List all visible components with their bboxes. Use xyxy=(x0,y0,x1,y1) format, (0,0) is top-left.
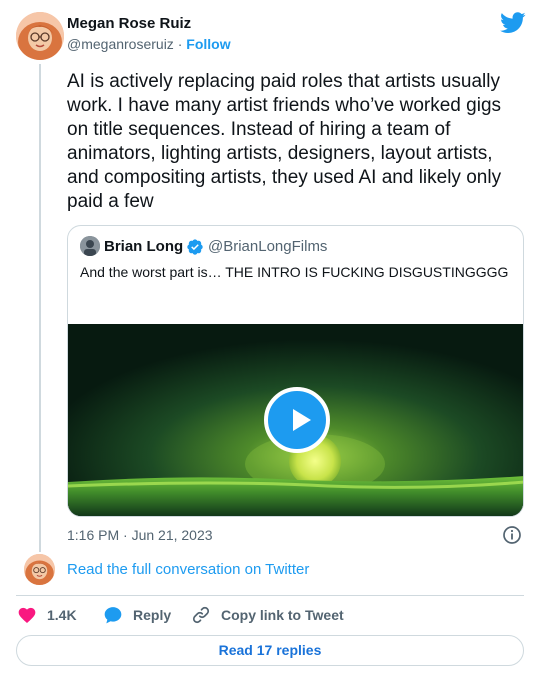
reply-label: Reply xyxy=(133,607,172,623)
follow-button[interactable]: Follow xyxy=(186,36,230,52)
tweet-timestamp[interactable]: 1:16 PM · Jun 21, 2023 xyxy=(67,527,213,543)
copy-link-label: Copy link to Tweet xyxy=(221,607,344,623)
author-name[interactable]: Megan Rose Ruiz xyxy=(67,15,191,32)
play-button[interactable] xyxy=(264,387,330,453)
read-conversation-link[interactable]: Read the full conversation on Twitter xyxy=(67,561,309,578)
author-avatar-small xyxy=(24,554,55,585)
quoted-author-name: Brian Long xyxy=(104,238,184,255)
quoted-tweet-text: And the worst part is… THE INTRO IS FUCK… xyxy=(80,264,509,280)
info-icon[interactable] xyxy=(502,525,522,545)
quoted-author-handle: @BrianLongFilms xyxy=(208,238,328,255)
speech-bubble-icon xyxy=(104,607,122,624)
author-avatar[interactable] xyxy=(16,12,64,60)
video-player[interactable] xyxy=(68,324,523,516)
like-button[interactable]: 1.4K xyxy=(17,605,77,625)
author-handle-line: @meganroseruiz · Follow xyxy=(67,36,231,52)
play-icon xyxy=(293,409,311,431)
heart-icon xyxy=(18,607,36,623)
copy-link-button[interactable]: Copy link to Tweet xyxy=(191,605,344,625)
like-count: 1.4K xyxy=(47,607,77,623)
separator-dot: · xyxy=(177,36,183,52)
read-replies-button[interactable]: Read 17 replies xyxy=(16,635,524,666)
twitter-bird-icon[interactable] xyxy=(500,12,526,34)
link-icon xyxy=(192,606,210,624)
tweet-text: AI is actively replacing paid roles that… xyxy=(67,71,502,212)
quoted-author-avatar xyxy=(80,236,100,256)
thread-line xyxy=(39,64,41,552)
author-handle[interactable]: @meganroseruiz xyxy=(67,36,174,52)
verified-badge-icon xyxy=(186,238,204,256)
reply-button[interactable]: Reply xyxy=(103,605,171,625)
divider xyxy=(16,595,524,596)
quoted-tweet-card[interactable]: Brian Long @BrianLongFilms And the worst… xyxy=(67,225,524,517)
